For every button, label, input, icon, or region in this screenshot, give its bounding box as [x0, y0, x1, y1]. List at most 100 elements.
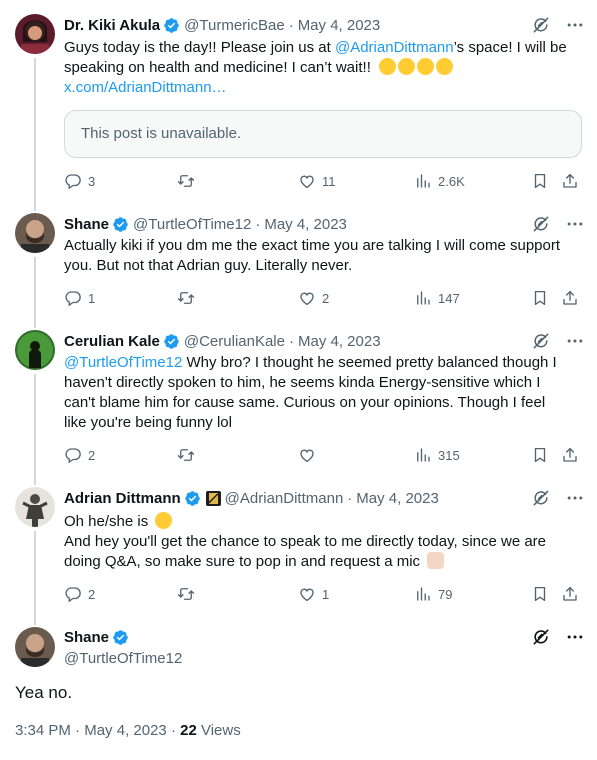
timestamp[interactable]: May 4, 2023 [298, 17, 381, 34]
verified-badge-icon [163, 333, 180, 350]
display-name[interactable]: Shane [64, 216, 109, 233]
reply-icon [64, 446, 82, 464]
handle[interactable]: @AdrianDittmann [225, 490, 344, 507]
handle[interactable]: @TurtleOfTime12 [64, 650, 182, 667]
bookmark-button[interactable] [531, 584, 549, 604]
like-button[interactable]: 2 [298, 288, 329, 308]
avatar[interactable] [15, 487, 55, 527]
grok-icon[interactable] [531, 488, 551, 508]
grok-icon[interactable] [531, 331, 551, 351]
bookmark-icon [531, 172, 549, 190]
tweet-text-part: Guys today is the day!! Please join us a… [64, 39, 335, 56]
like-button[interactable] [298, 445, 322, 465]
avatar[interactable] [15, 213, 55, 253]
retweet-icon [177, 446, 195, 464]
timestamp[interactable]: May 4, 2023 [356, 490, 439, 507]
tweet-header: Dr. Kiki Akula @TurmericBae · May 4, 202… [64, 15, 585, 35]
handle-row: @TurtleOfTime12 [64, 648, 585, 668]
star-struck-emoji [379, 58, 397, 75]
like-count: 1 [322, 586, 330, 602]
bookmark-button[interactable] [531, 445, 549, 465]
affiliate-badge-icon[interactable] [205, 490, 221, 506]
separator-dot: · [170, 722, 181, 739]
tweet-text-line: you. But not that Adrian guy. Literally … [64, 257, 353, 274]
tweet-text: @TurtleOfTime12 Why bro? I thought he se… [64, 353, 583, 433]
mention-link[interactable]: @TurtleOfTime12 [64, 354, 182, 371]
action-bar: 2 315 [64, 445, 580, 465]
views-count: 22 [180, 722, 197, 739]
views-count: 315 [438, 447, 460, 463]
avatar[interactable] [15, 14, 55, 54]
reply-button[interactable]: 3 [64, 171, 95, 191]
share-button[interactable] [561, 445, 579, 465]
handle[interactable]: @CerulianKale [184, 333, 285, 350]
tweet-meta: 3:34 PM · May 4, 2023 · 22 Views [15, 722, 241, 739]
mention-link[interactable]: @AdrianDittmann [335, 39, 454, 56]
more-options-icon[interactable] [565, 331, 585, 351]
share-icon [561, 585, 579, 603]
rolling-laughing-emoji [155, 512, 173, 529]
views-icon [414, 289, 432, 307]
share-button[interactable] [561, 288, 579, 308]
more-options-icon[interactable] [565, 627, 585, 647]
more-options-icon[interactable] [565, 488, 585, 508]
like-button[interactable]: 1 [298, 584, 329, 604]
grok-icon[interactable] [531, 627, 551, 647]
bookmark-icon [531, 289, 549, 307]
timestamp[interactable]: May 4, 2023 [298, 333, 381, 350]
handle[interactable]: @TurmericBae [184, 17, 285, 34]
display-name[interactable]: Dr. Kiki Akula [64, 17, 160, 34]
grok-icon[interactable] [531, 214, 551, 234]
tweet-cerulian[interactable]: Cerulian Kale @CerulianKale · May 4, 202… [0, 322, 597, 481]
retweet-button[interactable] [177, 445, 201, 465]
retweet-button[interactable] [177, 584, 201, 604]
display-name[interactable]: Adrian Dittmann [64, 490, 181, 507]
tweet-text-line: haven't directly spoken to him, he seems… [64, 374, 541, 391]
post-time[interactable]: 3:34 PM [15, 722, 71, 739]
reply-count: 2 [88, 447, 96, 463]
avatar[interactable] [15, 330, 55, 370]
reply-button[interactable]: 2 [64, 445, 95, 465]
views-button[interactable]: 79 [414, 584, 452, 604]
timestamp[interactable]: May 4, 2023 [264, 216, 347, 233]
post-date[interactable]: May 4, 2023 [84, 722, 167, 739]
like-count: 2 [322, 290, 330, 306]
views-button[interactable]: 315 [414, 445, 460, 465]
like-button[interactable]: 11 [298, 171, 336, 191]
retweet-icon [177, 585, 195, 603]
retweet-button[interactable] [177, 171, 201, 191]
tweet-header: Cerulian Kale @CerulianKale · May 4, 202… [64, 331, 585, 351]
url-link[interactable]: x.com/AdrianDittmann… [64, 79, 227, 96]
tweet-adrian[interactable]: Adrian Dittmann @AdrianDittmann · May 4,… [0, 479, 597, 619]
heart-icon [298, 585, 316, 603]
verified-badge-icon [163, 17, 180, 34]
tweet-text-line: Oh he/she is [64, 513, 149, 530]
more-options-icon[interactable] [565, 214, 585, 234]
bookmark-button[interactable] [531, 288, 549, 308]
views-button[interactable]: 147 [414, 288, 460, 308]
reply-button[interactable]: 1 [64, 288, 95, 308]
views-button[interactable]: 2.6K [414, 171, 465, 191]
unavailable-text: This post is unavailable. [81, 125, 242, 142]
reply-button[interactable]: 2 [64, 584, 95, 604]
views-icon [414, 585, 432, 603]
tweet-text: Actually kiki if you dm me the exact tim… [64, 236, 583, 276]
bookmark-icon [531, 585, 549, 603]
tweet-header: Adrian Dittmann @AdrianDittmann · May 4,… [64, 488, 585, 508]
star-struck-emoji [398, 58, 416, 75]
display-name[interactable]: Shane [64, 629, 109, 646]
avatar[interactable] [15, 627, 55, 667]
share-button[interactable] [561, 584, 579, 604]
tweet-shane-reply[interactable]: Shane @TurtleOfTime12 · May 4, 2023 Actu… [0, 205, 597, 324]
share-button[interactable] [561, 171, 579, 191]
more-options-icon[interactable] [565, 15, 585, 35]
handle[interactable]: @TurtleOfTime12 [133, 216, 251, 233]
views-icon [414, 446, 432, 464]
display-name[interactable]: Cerulian Kale [64, 333, 160, 350]
reply-icon [64, 172, 82, 190]
tweet-kiki[interactable]: Dr. Kiki Akula @TurmericBae · May 4, 202… [0, 0, 597, 208]
grok-icon[interactable] [531, 15, 551, 35]
bookmark-button[interactable] [531, 171, 549, 191]
retweet-button[interactable] [177, 288, 201, 308]
thread-line [34, 374, 36, 481]
